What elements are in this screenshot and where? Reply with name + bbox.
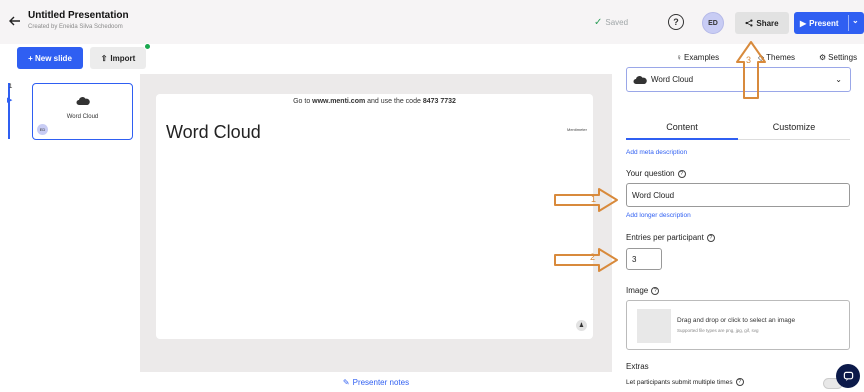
presenter-notes-button[interactable]: ✎ Presenter notes bbox=[140, 372, 612, 392]
slide-thumbnail[interactable]: Word Cloud ED bbox=[32, 83, 133, 140]
import-label: Import bbox=[110, 53, 136, 63]
import-button[interactable]: ⇧ Import bbox=[90, 47, 146, 69]
play-icon: ▶ bbox=[7, 97, 13, 104]
upload-icon: ⇧ bbox=[100, 53, 108, 63]
settings-label: Settings bbox=[828, 53, 858, 62]
lightbulb-icon: ♀ bbox=[676, 53, 682, 62]
help-button[interactable]: ? bbox=[668, 14, 684, 30]
join-instructions: Go to www.menti.com and use the code 847… bbox=[293, 98, 456, 105]
presentation-title[interactable]: Untitled Presentation bbox=[28, 10, 129, 21]
chat-icon[interactable] bbox=[836, 364, 860, 388]
back-arrow-icon[interactable] bbox=[8, 14, 22, 28]
image-label: Image ? bbox=[626, 286, 660, 295]
entries-input[interactable]: 3 bbox=[626, 248, 662, 270]
image-placeholder bbox=[637, 309, 671, 343]
annotation-arrow-2 bbox=[554, 248, 618, 272]
mentimeter-logo: Mentimeter bbox=[566, 127, 587, 132]
slide-preview[interactable]: Go to www.menti.com and use the code 847… bbox=[156, 94, 593, 339]
add-meta-description-link[interactable]: Add meta description bbox=[626, 149, 687, 156]
multiple-submissions-label: Let participants submit multiple times ? bbox=[626, 378, 744, 386]
gear-icon: ⚙ bbox=[819, 53, 827, 62]
tab-customize[interactable]: Customize bbox=[738, 115, 850, 140]
annotation-number-3: 3 bbox=[746, 55, 752, 65]
question-label: Your question ? bbox=[626, 169, 686, 178]
annotation-number-1: 1 bbox=[591, 194, 597, 204]
word-cloud-icon bbox=[76, 97, 90, 105]
chevron-down-icon: ⌄ bbox=[835, 75, 842, 84]
present-divider bbox=[848, 15, 849, 31]
image-dropzone[interactable]: Drag and drop or click to select an imag… bbox=[626, 300, 850, 350]
saved-status: ✓ Saved bbox=[594, 17, 628, 28]
chevron-down-icon[interactable]: ⌄ bbox=[852, 16, 859, 25]
drop-subtext: Supported file types are png, jpg, gif, … bbox=[677, 328, 759, 333]
check-icon: ✓ bbox=[594, 17, 603, 28]
present-button[interactable]: ▶ Present ⌄ bbox=[794, 12, 864, 34]
question-input[interactable]: Word Cloud bbox=[626, 183, 850, 207]
slide-title: Word Cloud bbox=[166, 122, 261, 142]
present-label: Present bbox=[809, 18, 839, 28]
help-icon[interactable]: ? bbox=[677, 169, 686, 178]
entries-label: Entries per participant ? bbox=[626, 233, 715, 242]
participant-icon: ♟ bbox=[576, 320, 587, 331]
slide-active-indicator bbox=[8, 83, 10, 139]
share-icon bbox=[745, 19, 753, 27]
pencil-icon: ✎ bbox=[342, 377, 350, 387]
settings-link[interactable]: ⚙ Settings bbox=[819, 53, 857, 62]
examples-link[interactable]: ♀ Examples bbox=[676, 53, 719, 62]
share-button[interactable]: Share bbox=[735, 12, 789, 34]
play-icon: ▶ bbox=[800, 18, 807, 28]
examples-label: Examples bbox=[684, 53, 720, 62]
slide-number: 1 bbox=[9, 84, 13, 90]
tab-content[interactable]: Content bbox=[626, 115, 738, 140]
thumbnail-label: Word Cloud bbox=[66, 114, 99, 120]
annotation-number-2: 2 bbox=[590, 252, 596, 262]
annotation-arrow-1 bbox=[554, 188, 618, 212]
saved-label: Saved bbox=[605, 18, 629, 27]
presenter-notes-label: Presenter notes bbox=[352, 377, 410, 387]
slide-type-label: Word Cloud bbox=[651, 75, 694, 84]
themes-label: Themes bbox=[766, 53, 796, 62]
help-icon[interactable]: ? bbox=[735, 378, 744, 386]
thumbnail-avatar: ED bbox=[37, 124, 48, 135]
help-icon[interactable]: ? bbox=[706, 233, 715, 242]
drop-text: Drag and drop or click to select an imag… bbox=[677, 317, 796, 324]
extras-label: Extras bbox=[626, 362, 649, 371]
word-cloud-icon bbox=[633, 76, 647, 84]
new-slide-button[interactable]: + New slide bbox=[17, 47, 83, 69]
annotation-arrow-3 bbox=[736, 41, 766, 99]
share-label: Share bbox=[756, 18, 779, 28]
user-avatar[interactable]: ED bbox=[702, 12, 724, 34]
notification-dot bbox=[144, 43, 151, 50]
presentation-author: Created by Eneida Silva Schedoom bbox=[28, 24, 123, 30]
add-longer-description-link[interactable]: Add longer description bbox=[626, 212, 691, 219]
help-icon[interactable]: ? bbox=[651, 286, 660, 295]
